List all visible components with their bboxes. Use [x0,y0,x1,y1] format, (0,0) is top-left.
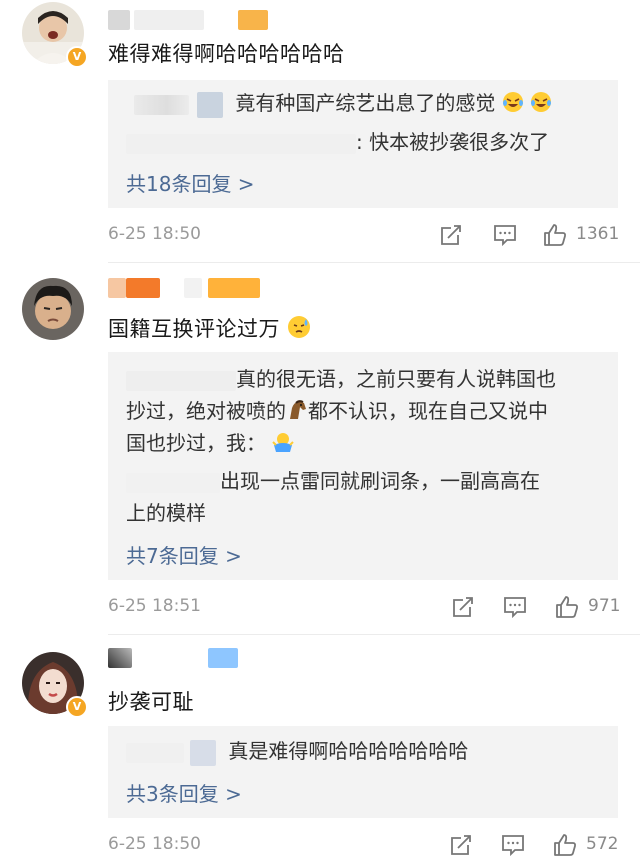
reply-text: 真是难得啊哈哈哈哈哈哈哈 [228,739,469,763]
username-masked[interactable] [108,278,268,298]
like-icon[interactable] [554,594,580,620]
username-masked[interactable] [108,10,268,30]
view-more-replies-link[interactable]: 共18条回复 > [126,168,255,197]
reply-author-masked [190,739,217,766]
like-icon[interactable] [552,832,578,858]
verified-badge-icon: V [66,696,88,718]
sweat-emoji-icon [288,316,311,338]
like-icon[interactable] [542,222,568,248]
laugh-cry-emoji-icon [502,92,523,112]
reply-text: : 快本被抄袭很多次了 [356,130,550,154]
reply-item-continued: 抄过，绝对被喷的 都不认识，现在自己又说中 [126,396,548,426]
timestamp: 6-25 18:50 [108,834,201,854]
share-icon[interactable] [450,594,476,620]
reply-item: 出现一点雷同就刷词条，一副高高在 [126,466,540,496]
comment-icon[interactable] [492,222,518,248]
comment-footer: 6-25 18:51 971 [108,592,621,622]
comment-text: 抄袭可耻 [108,690,194,714]
reply-item-continued: 上的模样 [126,498,206,528]
timestamp: 6-25 18:51 [108,596,201,616]
divider [108,634,640,635]
comment-text: 难得难得啊哈哈哈哈哈哈 [108,42,345,66]
reply-item: 真的很无语，之前只要有人说韩国也 [126,364,556,394]
reply-text: 抄过，绝对被喷的 [126,399,286,423]
reply-box[interactable]: 竟有种国产综艺出息了的感觉 : 快本被抄袭很多次了 共18条回复 > [108,80,618,208]
shrug-emoji-icon [272,433,295,452]
share-icon[interactable] [448,832,474,858]
reply-author-masked [126,133,356,154]
reply-author-masked [134,94,189,115]
reply-text: 上的模样 [126,501,206,525]
reply-author-masked [126,742,184,763]
like-count: 572 [586,834,619,854]
view-more-replies-link[interactable]: 共3条回复 > [126,778,242,807]
reply-text: 竟有种国产综艺出息了的感觉 [235,91,496,115]
like-count: 1361 [576,224,620,244]
comment-text-body: 国籍互换评论过万 [108,317,280,341]
view-more-replies-link[interactable]: 共7条回复 > [126,540,242,569]
avatar[interactable] [22,278,84,340]
comment-icon[interactable] [502,594,528,620]
horse-emoji-icon [290,400,306,419]
reply-box[interactable]: 真是难得啊哈哈哈哈哈哈哈 共3条回复 > [108,726,618,818]
reply-item: 真是难得啊哈哈哈哈哈哈哈 [126,736,468,766]
reply-text: 国也抄过，我： [126,431,266,455]
comment-footer: 6-25 18:50 1361 [108,220,620,250]
reply-box[interactable]: 真的很无语，之前只要有人说韩国也 抄过，绝对被喷的 都不认识，现在自己又说中 国也… [108,352,618,580]
comment-footer: 6-25 18:50 572 [108,830,618,860]
username-masked[interactable] [108,648,238,668]
reply-text: 都不认识，现在自己又说中 [308,399,548,423]
like-count: 971 [588,596,621,616]
reply-text: 真的很无语，之前只要有人说韩国也 [236,367,556,391]
divider [108,262,640,263]
reply-author-masked [197,91,224,118]
comment-icon[interactable] [500,832,526,858]
verified-badge-icon: V [66,46,88,68]
reply-author-masked [126,472,220,493]
reply-text: 出现一点雷同就刷词条，一副高高在 [220,469,540,493]
reply-item-continued: 国也抄过，我： [126,428,295,458]
share-icon[interactable] [438,222,464,248]
reply-item: 竟有种国产综艺出息了的感觉 [126,88,552,118]
comment-text: 国籍互换评论过万 [108,313,311,343]
laugh-cry-emoji-icon [531,92,552,112]
reply-item: : 快本被抄袭很多次了 [126,127,549,157]
timestamp: 6-25 18:50 [108,224,201,244]
reply-author-masked [126,370,236,391]
